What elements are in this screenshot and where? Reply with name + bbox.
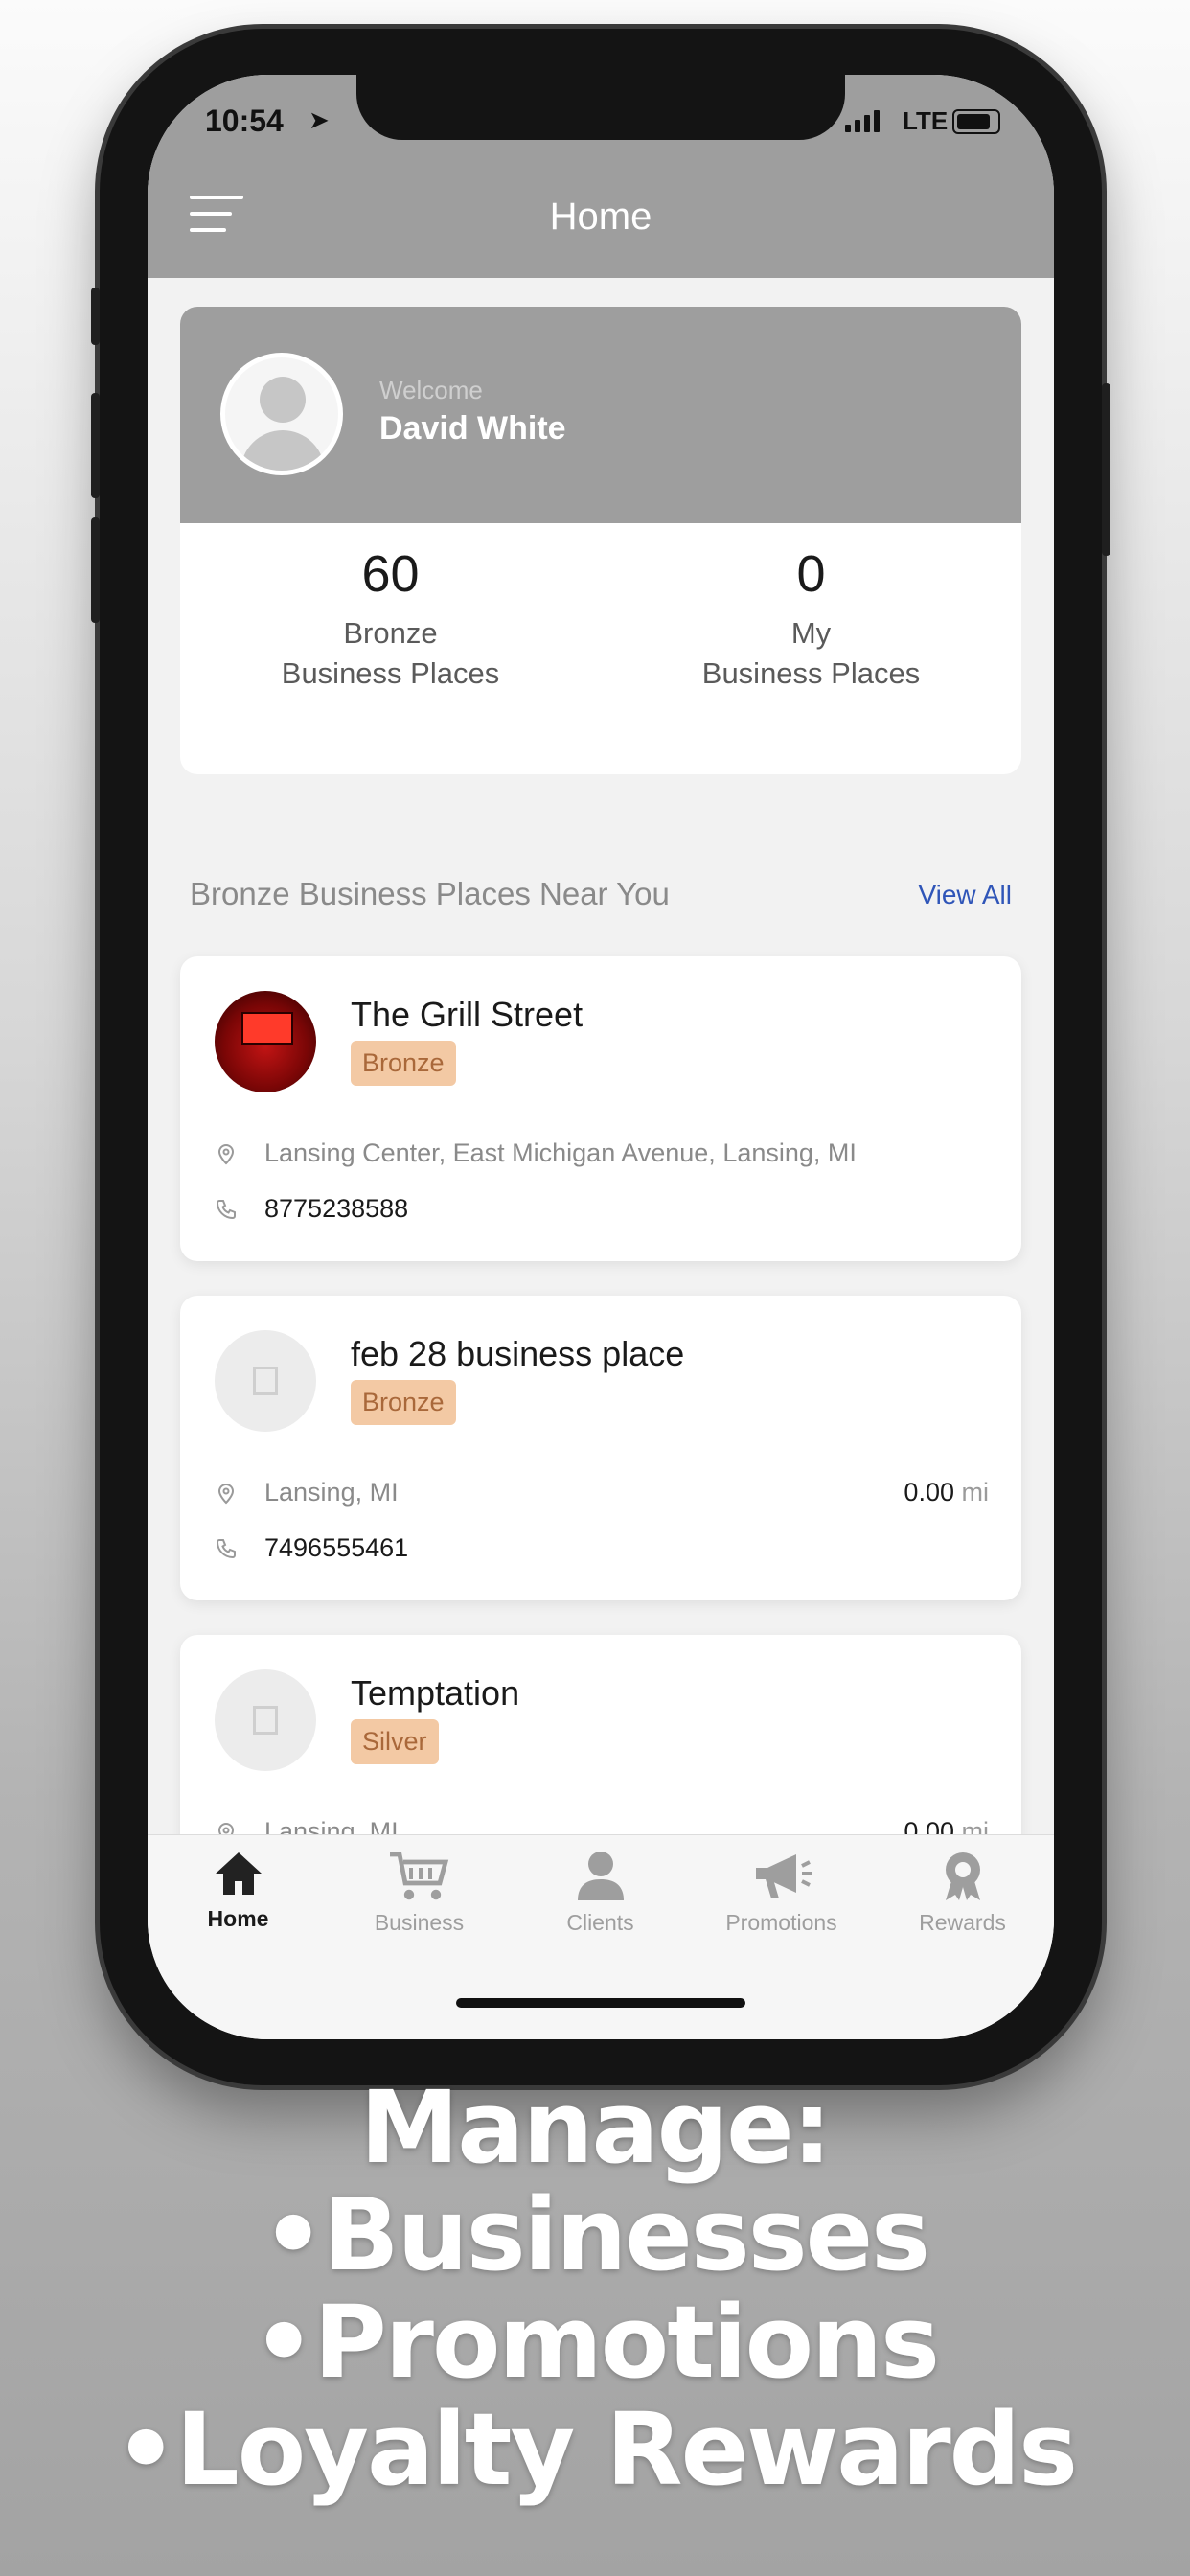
phone-row[interactable]: 7496555461 (215, 1533, 408, 1563)
address-row: Lansing Center, East Michigan Avenue, La… (215, 1138, 857, 1168)
home-icon (215, 1852, 262, 1895)
business-address: Lansing, MI (264, 1817, 399, 1834)
location-arrow-icon: ➤ (309, 105, 330, 134)
cart-icon (389, 1852, 448, 1900)
section-title: Bronze Business Places Near You (190, 876, 670, 911)
stat-bronze-places[interactable]: 60 Bronze Business Places (180, 544, 601, 694)
promo-bullet: •Loyalty Rewards (113, 2391, 1078, 2508)
phone-row[interactable]: 8775238588 (215, 1194, 408, 1224)
phone-icon (216, 1199, 236, 1219)
status-time: 10:54 (205, 104, 284, 138)
tab-label: Clients (566, 1910, 634, 1935)
welcome-header: Welcome David White (180, 307, 1021, 523)
business-address: Lansing, MI (264, 1478, 399, 1506)
page-title: Home (549, 196, 652, 238)
award-icon (945, 1852, 980, 1900)
location-pin-icon (217, 1143, 235, 1164)
business-phone: 8775238588 (264, 1194, 409, 1223)
location-pin-icon (217, 1483, 235, 1504)
user-name: David White (379, 410, 566, 447)
business-distance: 0.00 mi (904, 1817, 989, 1834)
app-bar: Home (148, 155, 1054, 278)
address-row: Lansing, MI (215, 1817, 399, 1834)
promo-bullet: •Promotions (251, 2284, 940, 2401)
business-card[interactable]: The Grill Street Bronze Lansing Center, … (180, 956, 1021, 1261)
stat-label: Bronze Business Places (281, 616, 500, 690)
business-card[interactable]: feb 28 business place Bronze Lansing, MI… (180, 1296, 1021, 1600)
phone-screen: 10:54 ➤ LTE Home Welcome David White 60 … (148, 75, 1054, 2039)
tab-label: Business (374, 1910, 465, 1935)
business-distance: 0.00 mi (904, 1478, 989, 1506)
location-pin-icon (217, 1822, 235, 1834)
notch (356, 75, 845, 140)
stat-value: 0 (796, 545, 826, 603)
home-indicator (456, 1998, 745, 2008)
phone-frame: 10:54 ➤ LTE Home Welcome David White 60 … (91, 29, 1110, 2085)
business-name: feb 28 business place (351, 1334, 685, 1373)
tier-badge: Bronze (351, 1380, 456, 1425)
tab-clients[interactable]: Clients (510, 1849, 691, 1936)
battery-icon (952, 109, 1000, 134)
tab-label: Promotions (725, 1910, 837, 1935)
tier-badge: Bronze (351, 1041, 456, 1086)
building-icon (253, 1367, 278, 1395)
main-content: Welcome David White 60 Bronze Business P… (148, 278, 1054, 1834)
business-address: Lansing Center, East Michigan Avenue, La… (264, 1138, 857, 1167)
power-button (1102, 383, 1110, 556)
tab-business[interactable]: Business (329, 1849, 510, 1936)
stat-value: 60 (361, 545, 420, 603)
business-logo (215, 991, 316, 1092)
business-name: The Grill Street (351, 995, 584, 1034)
promo-bullet: •Businesses (261, 2176, 930, 2293)
tab-promotions[interactable]: Promotions (691, 1849, 872, 1936)
welcome-label: Welcome (379, 376, 483, 404)
stat-label: My Business Places (701, 616, 921, 690)
business-logo (215, 1669, 316, 1771)
mute-switch (91, 288, 100, 345)
megaphone-icon (755, 1854, 812, 1898)
promo-text: Manage: •Businesses •Promotions •Loyalty… (0, 2074, 1190, 2503)
business-phone: 7496555461 (264, 1533, 409, 1562)
building-icon (253, 1706, 278, 1735)
tab-rewards[interactable]: Rewards (872, 1849, 1053, 1936)
promo-heading: Manage: (359, 2069, 832, 2186)
stat-my-places[interactable]: 0 My Business Places (601, 544, 1021, 694)
business-name: Temptation (351, 1673, 520, 1713)
avatar[interactable] (220, 353, 343, 475)
address-row: Lansing, MI (215, 1478, 399, 1507)
bottom-tab-bar: Home Business Clients Promotions Rewards (148, 1834, 1054, 2039)
volume-up-button (91, 393, 100, 498)
view-all-link[interactable]: View All (918, 880, 1012, 910)
signal-icon (845, 109, 880, 132)
network-type: LTE (903, 106, 949, 135)
welcome-card: Welcome David White 60 Bronze Business P… (180, 307, 1021, 774)
tab-home[interactable]: Home (148, 1849, 329, 1932)
business-logo (215, 1330, 316, 1432)
tab-label: Rewards (919, 1910, 1006, 1935)
business-card[interactable]: Temptation Silver Lansing, MI 0.00 mi 99… (180, 1635, 1021, 1834)
phone-icon (216, 1538, 236, 1558)
volume-down-button (91, 518, 100, 623)
tab-label: Home (207, 1906, 269, 1931)
person-icon (577, 1852, 624, 1900)
tier-badge: Silver (351, 1719, 439, 1764)
